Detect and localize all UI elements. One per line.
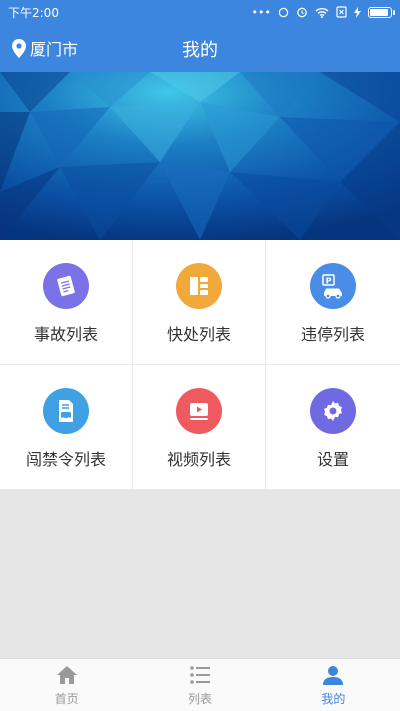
menu-item-restriction-violation-list[interactable]: 闯禁令列表: [0, 365, 133, 490]
feature-grid: 事故列表 快处列表 P 违停列表 闯禁令列表 视频列表 设置: [0, 240, 400, 490]
bottom-navigation: 首页 列表 我的: [0, 658, 400, 711]
menu-item-accident-list[interactable]: 事故列表: [0, 240, 133, 365]
parking-violation-icon: P: [310, 263, 356, 309]
menu-item-label: 事故列表: [33, 325, 98, 344]
app-header: 下午2:00 ••• 厦门市 我的: [0, 0, 400, 72]
status-bar: 下午2:00 •••: [0, 0, 400, 24]
data-sync-icon: [278, 7, 289, 17]
menu-item-settings[interactable]: 设置: [266, 365, 400, 490]
video-list-icon: [176, 388, 222, 434]
alarm-clock-icon: [297, 7, 307, 18]
nav-tab-home[interactable]: 首页: [0, 659, 133, 711]
nav-tab-label: 我的: [321, 692, 346, 706]
title-bar: 厦门市 我的: [0, 24, 400, 72]
status-icons: •••: [251, 5, 395, 19]
home-icon: [56, 664, 78, 686]
nav-tab-label: 首页: [54, 692, 79, 706]
menu-item-video-list[interactable]: 视频列表: [133, 365, 266, 490]
nav-tab-mine[interactable]: 我的: [267, 659, 400, 711]
more-dots-icon: •••: [251, 5, 271, 19]
no-sim-icon: [336, 6, 347, 18]
battery-level: [370, 8, 388, 16]
menu-item-label: 违停列表: [300, 325, 365, 344]
restriction-violation-icon: [43, 388, 89, 434]
accident-list-icon: [43, 263, 89, 309]
page-title: 我的: [182, 40, 218, 61]
charging-icon: [354, 6, 361, 18]
status-time: 下午2:00: [8, 5, 59, 20]
battery-icon: [368, 6, 395, 18]
svg-text:P: P: [326, 276, 332, 285]
menu-item-label: 快处列表: [166, 325, 231, 344]
user-icon: [323, 664, 344, 686]
settings-gear-icon: [310, 388, 356, 434]
wifi-icon: [315, 7, 329, 18]
nav-tab-list[interactable]: 列表: [133, 659, 266, 711]
menu-item-label: 视频列表: [166, 450, 231, 469]
banner-image: [0, 72, 400, 240]
nav-tab-label: 列表: [187, 692, 212, 706]
quick-handle-list-icon: [176, 263, 222, 309]
menu-item-quick-handle-list[interactable]: 快处列表: [133, 240, 266, 365]
menu-item-label: 闯禁令列表: [25, 450, 106, 469]
menu-item-parking-violation-list[interactable]: P 违停列表: [266, 240, 400, 365]
list-icon: [190, 664, 210, 686]
menu-item-label: 设置: [316, 450, 349, 469]
